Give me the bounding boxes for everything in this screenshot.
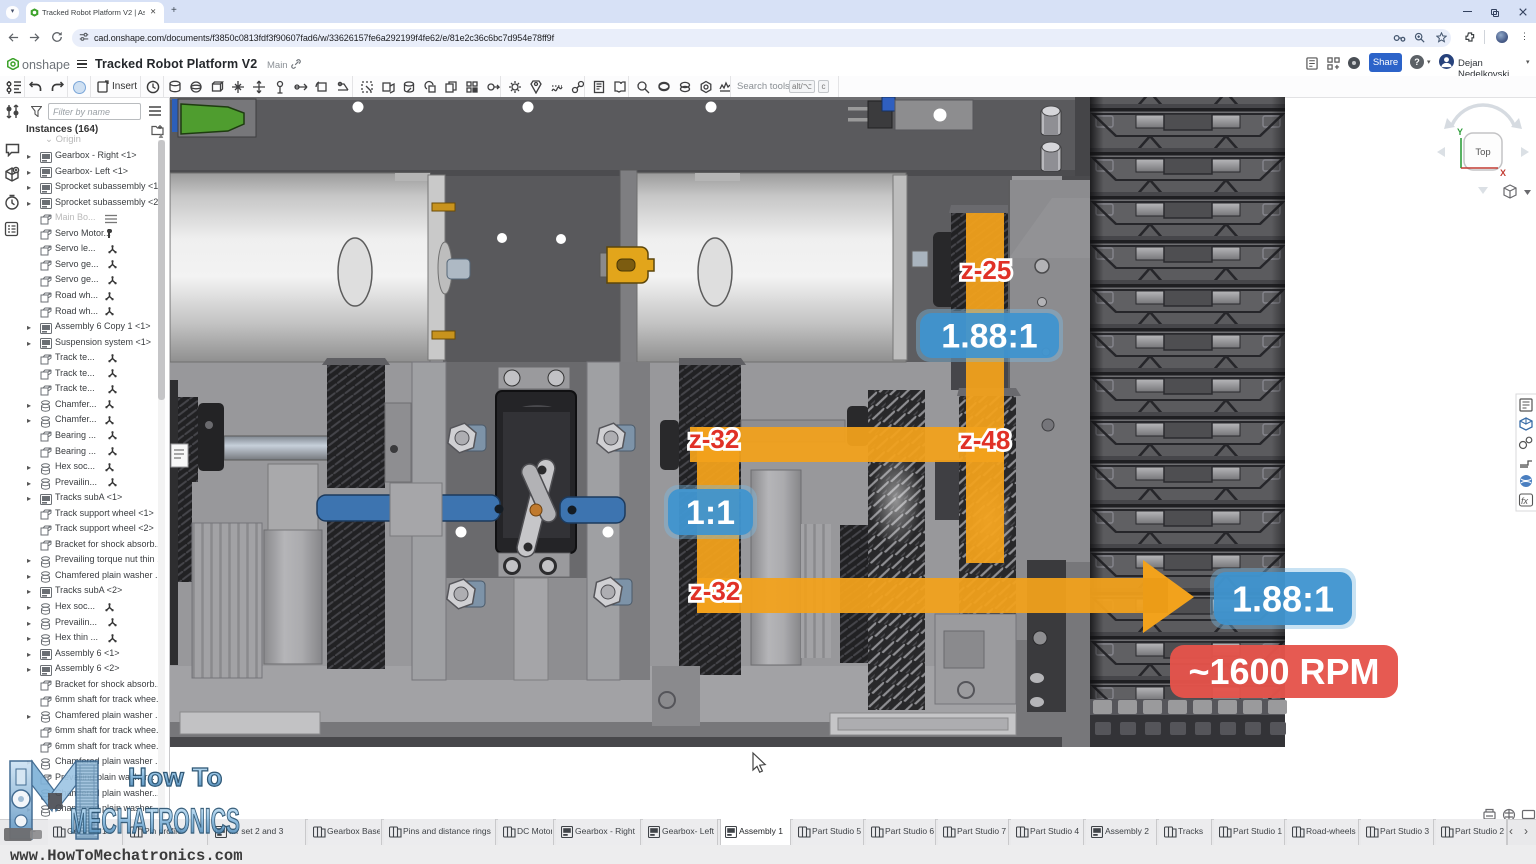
svg-text:Y: Y bbox=[1457, 127, 1463, 137]
svg-text:z-32: z-32 bbox=[689, 424, 740, 454]
svg-text:1.88:1: 1.88:1 bbox=[941, 318, 1037, 356]
svg-text:Top: Top bbox=[1475, 147, 1490, 158]
svg-text:1.88:1: 1.88:1 bbox=[1232, 578, 1334, 619]
svg-text:z-32: z-32 bbox=[690, 576, 741, 606]
svg-text:z-25: z-25 bbox=[961, 255, 1012, 285]
svg-text:1:1: 1:1 bbox=[686, 494, 735, 532]
svg-text:z-48: z-48 bbox=[960, 425, 1011, 455]
svg-text:~1600 RPM: ~1600 RPM bbox=[1188, 651, 1379, 692]
svg-text:X: X bbox=[1500, 168, 1506, 178]
svg-text:fx: fx bbox=[1521, 496, 1529, 506]
